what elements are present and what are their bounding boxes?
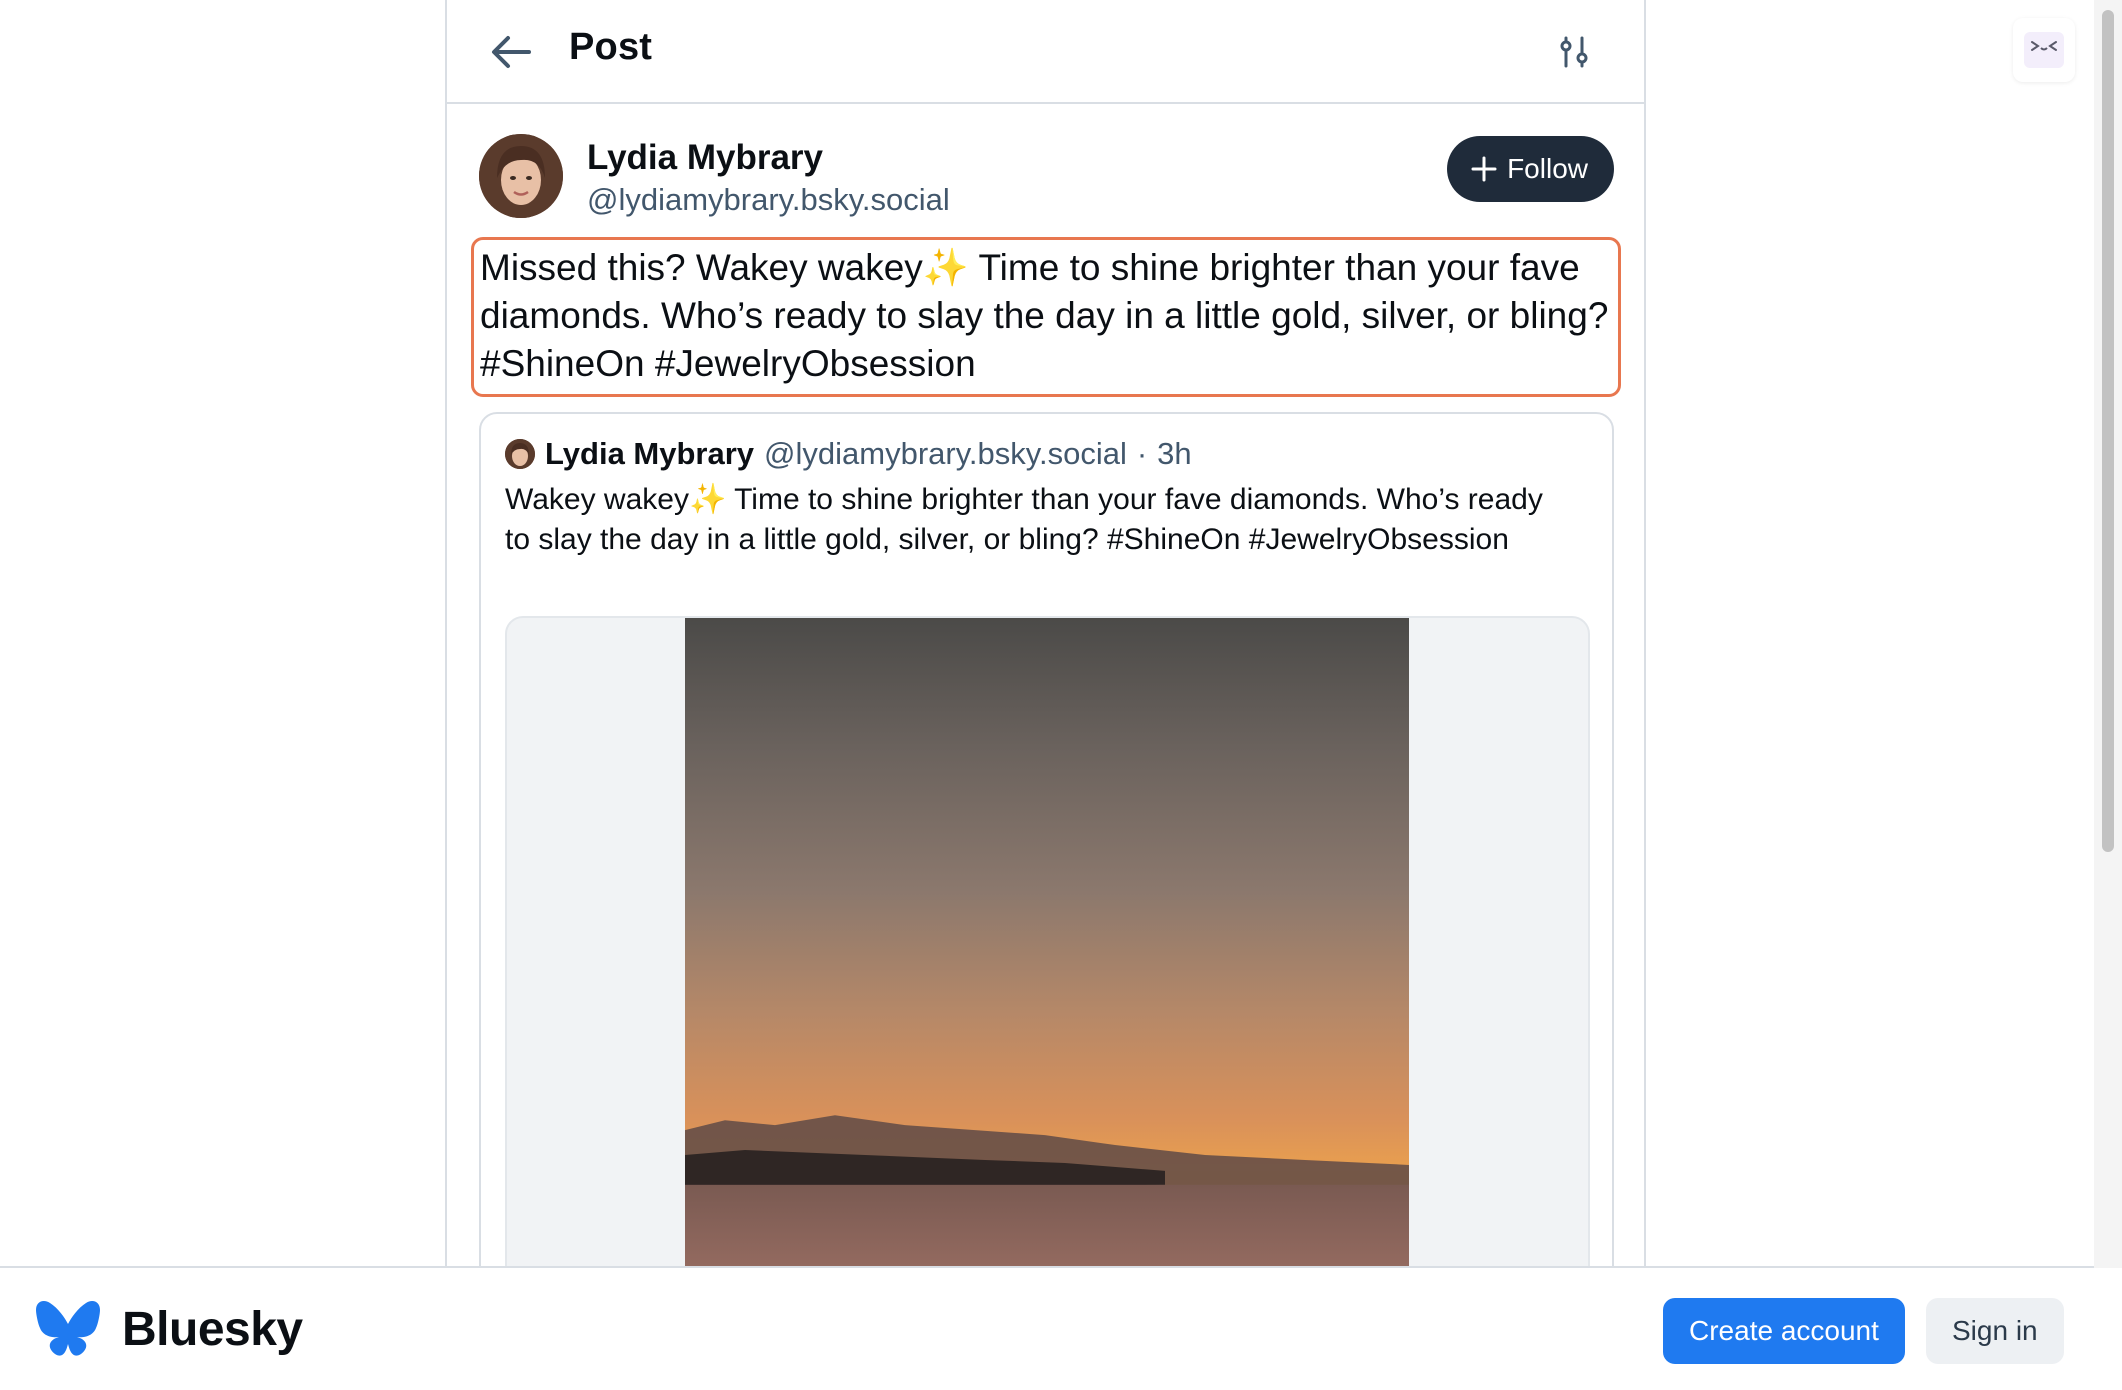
follow-label: Follow (1507, 153, 1588, 184)
quoted-avatar (505, 439, 535, 469)
brand[interactable]: Bluesky (36, 1300, 303, 1358)
quoted-post-card[interactable]: Lydia Mybrary @lydiamybrary.bsky.social … (479, 412, 1614, 1268)
post-text: Missed this? Wakey wakey✨ Time to shine … (471, 237, 1621, 397)
follow-button[interactable]: Follow (1447, 136, 1614, 202)
scrollbar-thumb[interactable] (2102, 10, 2114, 852)
back-button[interactable] (487, 28, 535, 76)
quoted-author-name: Lydia Mybrary (545, 436, 755, 471)
author-handle[interactable]: @lydiamybrary.bsky.social (587, 182, 950, 218)
plus-icon (1471, 156, 1497, 182)
quoted-author-handle: @lydiamybrary.bsky.social (764, 436, 1127, 471)
arrow-left-icon (492, 36, 531, 68)
author-name[interactable]: Lydia Mybrary (587, 138, 823, 178)
butterfly-logo-icon (36, 1301, 100, 1356)
avatar[interactable] (479, 134, 563, 218)
brand-name: Bluesky (122, 1302, 303, 1356)
quoted-post-time: 3h (1157, 436, 1192, 471)
dev-face-icon (2024, 32, 2064, 68)
sign-in-button[interactable]: Sign in (1926, 1298, 2064, 1364)
create-account-button[interactable]: Create account (1663, 1298, 1905, 1364)
post-image[interactable] (505, 616, 1590, 1268)
post-thread-column: Post Lydia Mybrary @lydiamybrary.bsky.so… (445, 0, 1646, 1268)
post-author: Lydia Mybrary @lydiamybrary.bsky.social … (479, 134, 1614, 224)
sliders-icon (1560, 36, 1588, 68)
devtools-toggle[interactable] (2013, 18, 2075, 82)
page-scrollbar[interactable] (2094, 0, 2122, 1268)
thread-settings-button[interactable] (1552, 30, 1596, 74)
quoted-post-header: Lydia Mybrary @lydiamybrary.bsky.social … (505, 436, 1192, 472)
quoted-post-text: Wakey wakey✨ Time to shine brighter than… (505, 483, 1543, 556)
page-title: Post (569, 26, 653, 68)
signup-footer: Bluesky Create account Sign in (0, 1266, 2094, 1390)
header-bar: Post (447, 0, 1644, 104)
sunset-photo (685, 618, 1409, 1268)
meta-separator: · (1136, 436, 1148, 471)
